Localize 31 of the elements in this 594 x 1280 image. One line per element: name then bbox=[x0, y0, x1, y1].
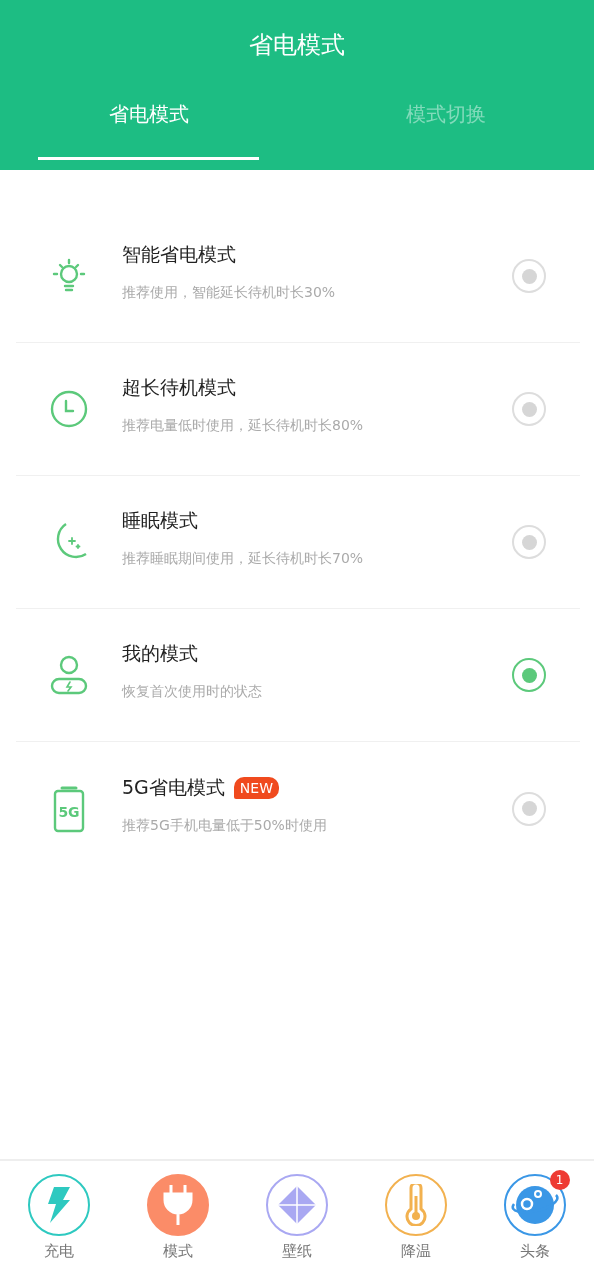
mode-description: 推荐电量低时使用，延长待机时长80% bbox=[122, 417, 365, 435]
mode-description: 恢复首次使用时的状态 bbox=[122, 683, 263, 701]
diamond-icon bbox=[277, 1185, 317, 1225]
mode-description: 推荐睡眠期间使用，延长待机时长70% bbox=[122, 550, 365, 568]
nav-label[interactable]: 壁纸 bbox=[282, 1242, 312, 1261]
new-badge: NEW bbox=[233, 776, 279, 799]
radio-button[interactable] bbox=[512, 791, 546, 826]
nav-label[interactable]: 降温 bbox=[400, 1242, 431, 1261]
mode-title: 超长待机模式 bbox=[122, 375, 236, 400]
clock-icon bbox=[50, 390, 88, 428]
radio-button[interactable] bbox=[512, 259, 546, 293]
page-title: 省电模式 bbox=[248, 30, 346, 60]
mode-title: 智能省电模式 bbox=[122, 242, 236, 267]
notification-badge: 1 bbox=[549, 1170, 570, 1190]
person-battery-icon bbox=[50, 655, 88, 695]
nav-label[interactable]: 模式 bbox=[163, 1242, 194, 1261]
nav-label[interactable]: 头条 bbox=[519, 1242, 550, 1261]
radio-button[interactable] bbox=[512, 392, 546, 426]
lightning-bolt-icon bbox=[46, 1187, 73, 1223]
mode-title: 我的模式 bbox=[122, 641, 198, 666]
tab[interactable]: 省电模式 bbox=[38, 100, 259, 160]
mode-title: 5G省电模式 bbox=[122, 774, 225, 800]
thermometer-icon bbox=[403, 1184, 428, 1226]
radio-button[interactable] bbox=[512, 658, 546, 692]
plug-icon bbox=[163, 1185, 194, 1225]
mode-description: 推荐使用，智能延长待机时长30% bbox=[122, 284, 337, 302]
nav-label[interactable]: 充电 bbox=[44, 1242, 75, 1261]
mode-title: 睡眠模式 bbox=[122, 508, 198, 533]
lightbulb-icon bbox=[51, 258, 87, 294]
mode-description: 推荐5G手机电量低于50%时使用 bbox=[122, 816, 328, 835]
radio-button[interactable] bbox=[512, 525, 546, 559]
